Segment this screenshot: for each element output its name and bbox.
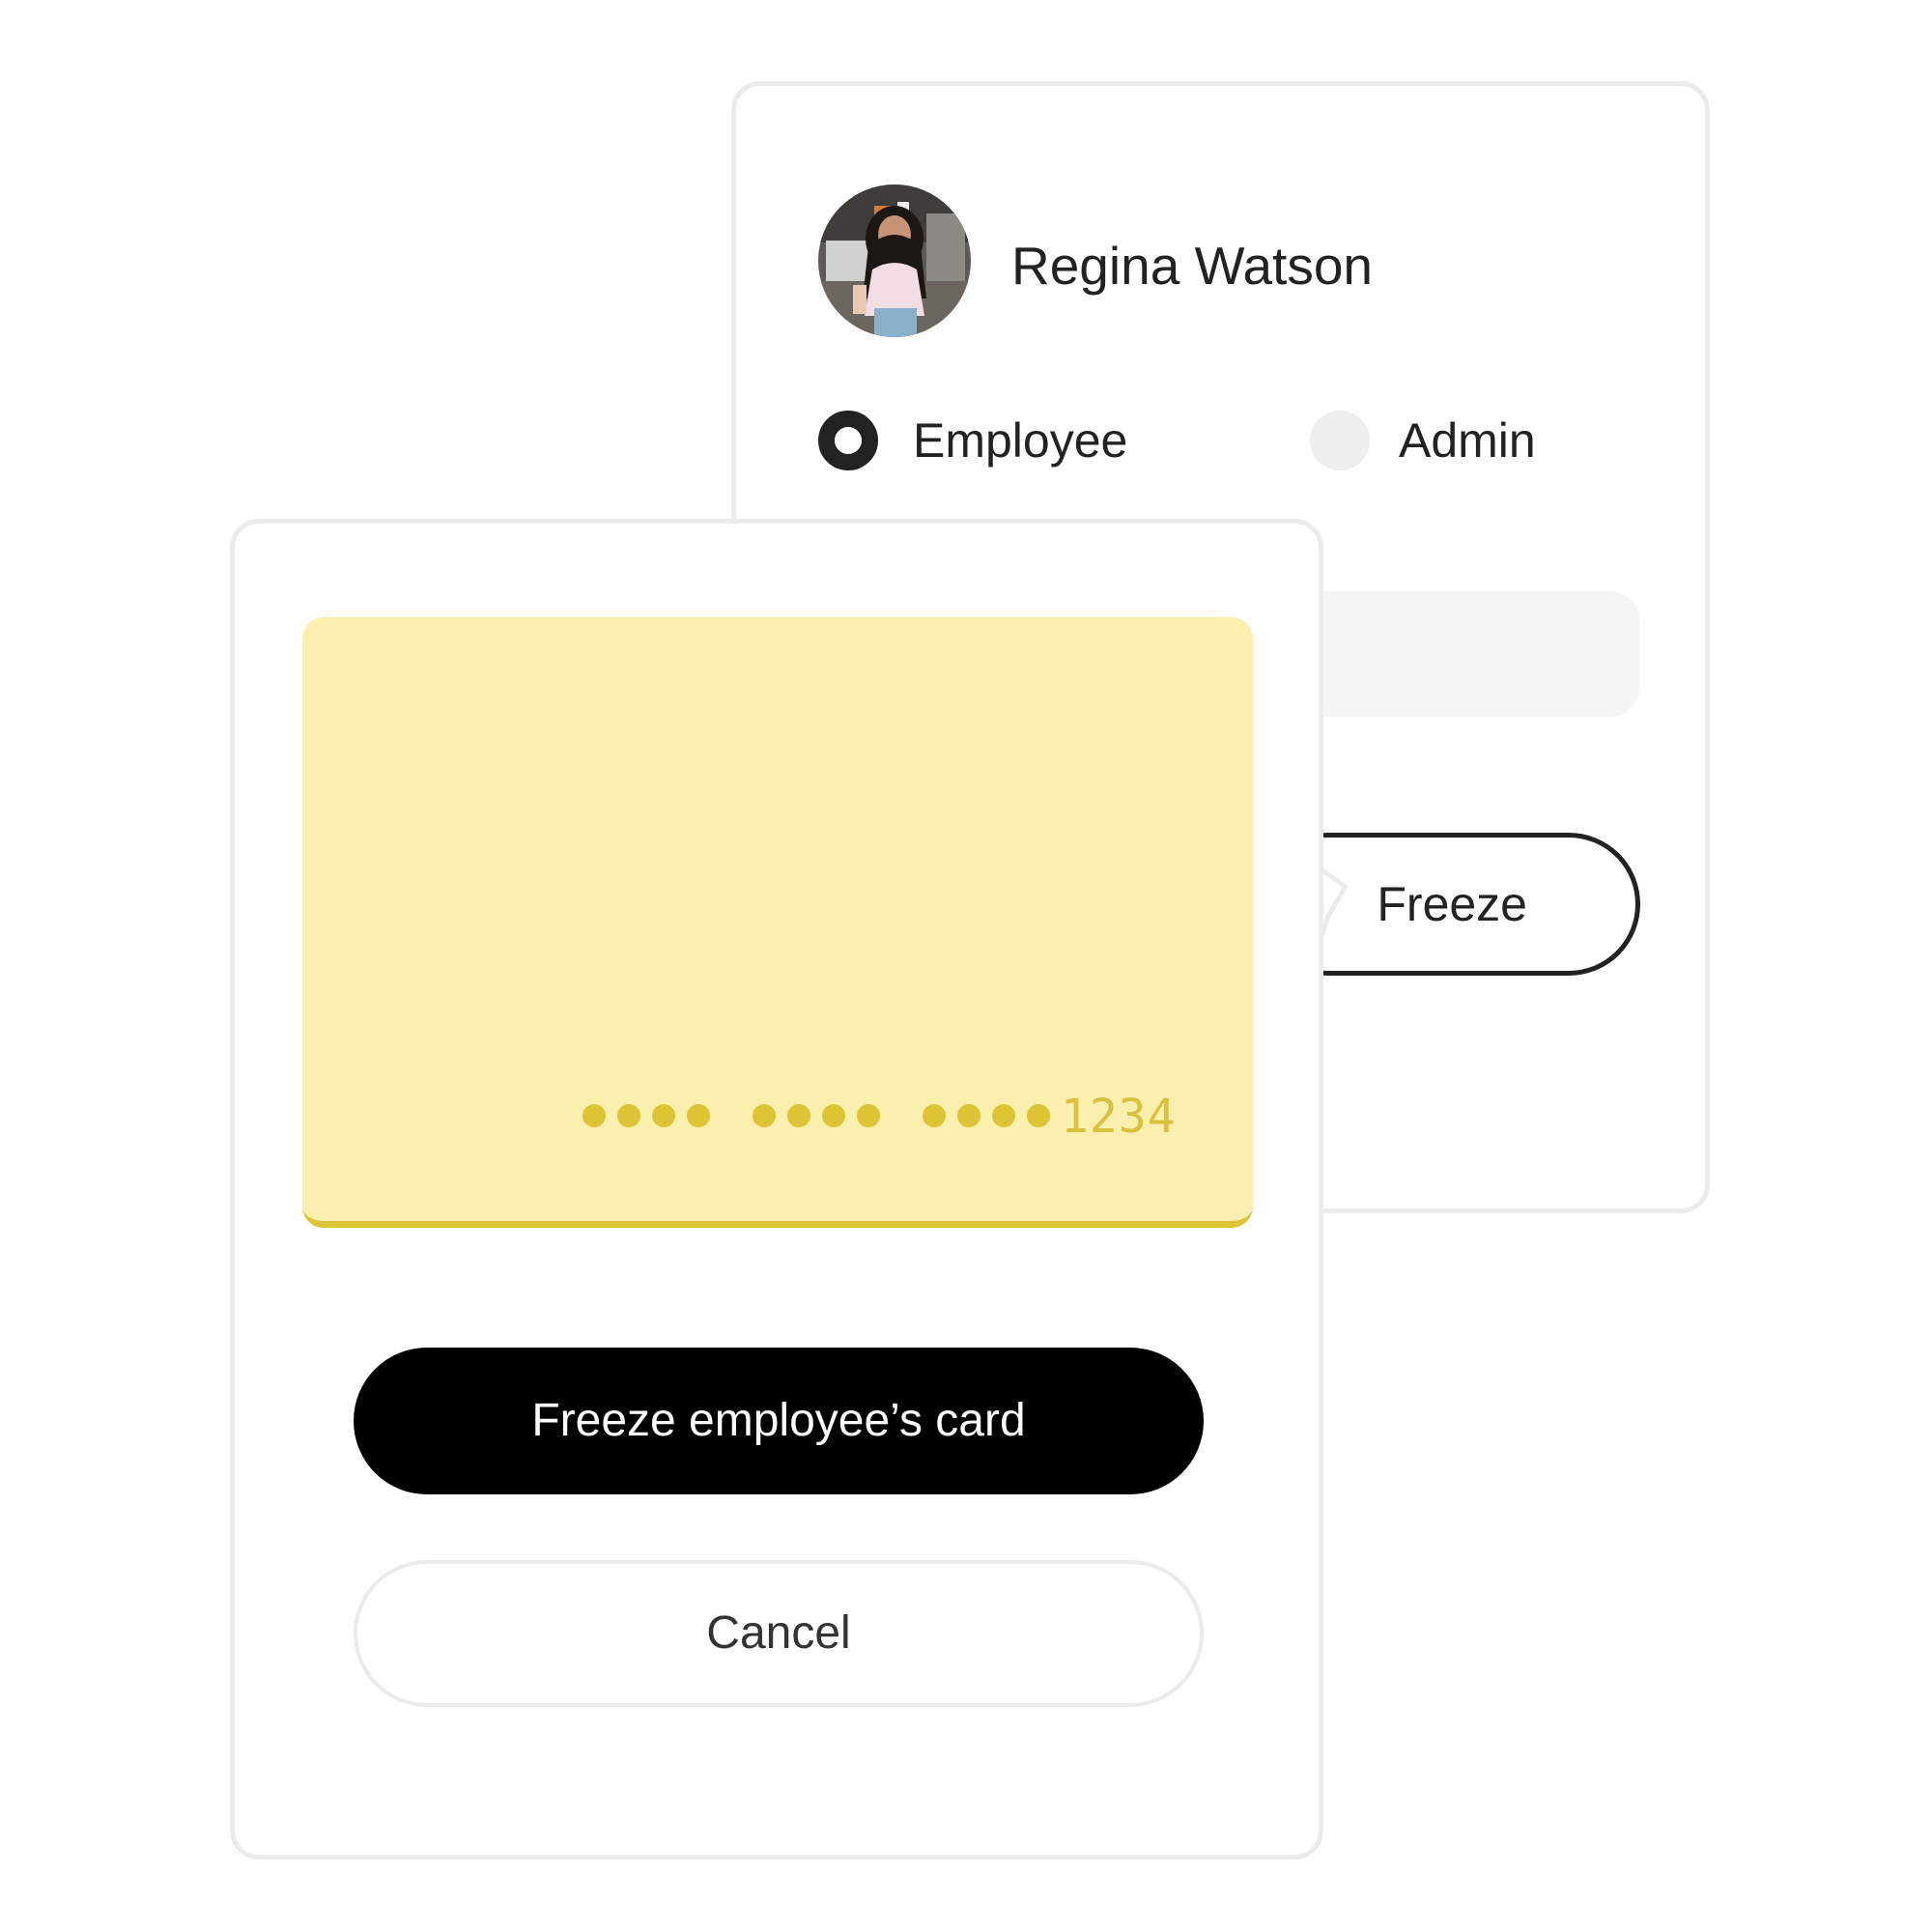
mask-group: [923, 1104, 1062, 1127]
employee-radio-label[interactable]: Employee: [913, 411, 1127, 470]
admin-radio[interactable]: [1310, 411, 1370, 470]
admin-radio-label[interactable]: Admin: [1399, 411, 1536, 470]
user-photo-icon: [818, 185, 971, 337]
freeze-employee-card-button[interactable]: Freeze employee’s card: [354, 1348, 1204, 1494]
card-last-four: 1234: [1061, 1090, 1177, 1144]
mask-group: [753, 1104, 892, 1127]
cancel-button[interactable]: Cancel: [354, 1560, 1204, 1707]
avatar: [818, 185, 971, 337]
card-number-mask: [582, 1101, 1093, 1130]
employee-name: Regina Watson: [1011, 236, 1373, 296]
employee-radio[interactable]: [818, 411, 878, 470]
mask-group: [582, 1104, 722, 1127]
